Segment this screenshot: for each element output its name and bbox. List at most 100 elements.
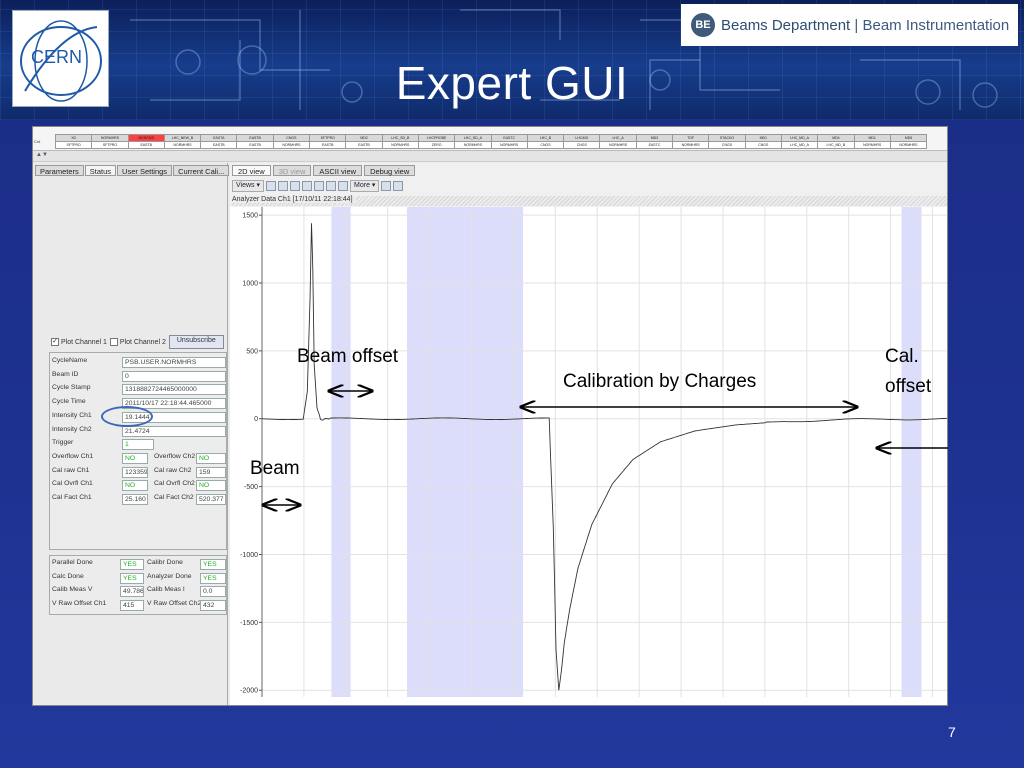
- field-label: V Raw Offset Ch2: [147, 600, 202, 608]
- views-button[interactable]: Views ▾: [232, 180, 265, 192]
- cycle-value-cell: NORMHRS: [454, 141, 492, 149]
- cycle-user-cell[interactable]: MD2: [345, 134, 383, 142]
- unsubscribe-button[interactable]: Unsubscribe: [168, 335, 224, 349]
- cycle-value-cell: NORMHRS: [853, 141, 891, 149]
- cycle-user-cell[interactable]: SFTPRO: [309, 134, 347, 142]
- cycle-user-cell[interactable]: MD5: [889, 134, 928, 142]
- plot-channel-1-checkbox[interactable]: ✓ Plot Channel 1: [51, 338, 107, 346]
- field-value[interactable]: 415: [120, 600, 144, 612]
- plot-channel-1-label: Plot Channel 1: [61, 338, 107, 346]
- view-tab-3d-view[interactable]: 3D view: [272, 165, 312, 176]
- cycle-user-cell[interactable]: LHC_SD_A: [454, 134, 492, 142]
- cycle-value-cell: CNGS: [526, 141, 565, 149]
- cycle-user-cell[interactable]: LHC_B: [526, 134, 565, 142]
- annotation-beam: Beam: [250, 458, 300, 479]
- y-tick-label: -500: [244, 484, 258, 491]
- field-value[interactable]: 159: [196, 466, 226, 478]
- field-value[interactable]: 432: [200, 600, 226, 612]
- field-value[interactable]: 1: [122, 439, 154, 451]
- cycle-user-cell[interactable]: EASTA: [200, 134, 238, 142]
- left-tab-parameters[interactable]: Parameters: [35, 165, 84, 176]
- more-button[interactable]: More ▾: [350, 180, 380, 192]
- cycle-user-cell[interactable]: EASTB: [236, 134, 274, 142]
- y-tick-label: -1500: [240, 620, 258, 627]
- cycle-user-cell[interactable]: MD4: [817, 134, 855, 142]
- list-icon[interactable]: [338, 181, 349, 191]
- field-value[interactable]: 520.377: [196, 494, 226, 506]
- cycle-user-cell[interactable]: NORMHRS: [91, 134, 129, 142]
- field-value[interactable]: NO: [122, 453, 148, 464]
- plot-channel-2-label: Plot Channel 2: [119, 338, 166, 346]
- cycle-user-cell[interactable]: MD3: [635, 134, 674, 142]
- annotation-beam-offset: Beam offset: [297, 346, 399, 367]
- field-value[interactable]: 0.0: [200, 586, 226, 598]
- cycle-user-cell[interactable]: MDNRMS: [127, 134, 165, 142]
- cycle-row-values: SFTPRO SFTPRO EASTB NORMHRS EASTB EASTB NORMHR…: [54, 141, 928, 149]
- field-value[interactable]: YES: [200, 572, 226, 584]
- field-label: Overflow Ch1: [52, 453, 94, 460]
- cycle-user-cell[interactable]: EASTC: [490, 134, 528, 142]
- edit-icon[interactable]: [314, 181, 325, 191]
- field-value[interactable]: NO: [196, 453, 226, 464]
- cycle-value-cell: EASTB: [236, 141, 274, 149]
- zoom-icon[interactable]: [266, 181, 277, 191]
- expert-gui-window: Cnt XD NORMHRS MDNRMS LHC_NEW_B EASTA EASTB CN…: [32, 126, 948, 706]
- cycle-value-cell: EASTC: [635, 141, 674, 149]
- cycle-user-cell[interactable]: STACKO: [708, 134, 746, 142]
- field-value[interactable]: YES: [200, 559, 226, 570]
- field-label: Cal Fact Ch1: [52, 494, 92, 502]
- field-value[interactable]: YES: [120, 559, 144, 570]
- analyzer-plot[interactable]: 1500 1000 500 0 -500 -1000 -1500 -2000: [230, 207, 948, 706]
- cycle-user-cell[interactable]: LHC400: [563, 134, 601, 142]
- export-icon[interactable]: [381, 181, 392, 191]
- grid-icon[interactable]: [290, 181, 301, 191]
- left-tab-status[interactable]: Status: [84, 165, 117, 176]
- print-icon[interactable]: [393, 181, 404, 191]
- field-value[interactable]: 123359: [122, 466, 148, 478]
- cycle-user-cell[interactable]: LHC_MD_A: [780, 134, 819, 142]
- view-tab-debug-view[interactable]: Debug view: [364, 165, 416, 176]
- plot-channel-2-checkbox[interactable]: Plot Channel 2: [109, 338, 166, 346]
- cycle-user-cell[interactable]: MD1: [853, 134, 891, 142]
- cycle-user-cell[interactable]: CNGS: [272, 134, 311, 142]
- cycle-value-cell: SFTPRO: [91, 141, 129, 149]
- tile-icon[interactable]: [302, 181, 313, 191]
- field-label: Cal Ovrfl Ch2: [154, 480, 195, 488]
- field-label: Parallel Done: [52, 559, 93, 566]
- cycle-user-cell[interactable]: LHC_A: [599, 134, 637, 142]
- cycle-user-cell[interactable]: TOF: [672, 134, 710, 142]
- views-button-label: Views: [236, 182, 255, 189]
- more-button-label: More: [354, 182, 370, 189]
- left-tab-user-settings[interactable]: User Settings: [117, 165, 173, 176]
- cycle-user-cell[interactable]: XD: [54, 134, 93, 142]
- be-group-name: Beam Instrumentation: [862, 16, 1010, 34]
- cycle-user-cell[interactable]: LHC_SD_B: [381, 134, 419, 142]
- field-label: Beam ID: [52, 370, 79, 378]
- cycle-user-cell[interactable]: LHC_NEW_B: [163, 134, 202, 142]
- cycle-value-cell: NORMHRS: [163, 141, 202, 149]
- field-value[interactable]: NO: [122, 480, 148, 492]
- left-tab-current-cali[interactable]: Current Cali...: [173, 165, 230, 176]
- copy-icon[interactable]: [326, 181, 337, 191]
- field-value[interactable]: 0: [122, 370, 226, 382]
- field-value[interactable]: YES: [120, 572, 144, 584]
- field-value[interactable]: 1318882724465000000: [122, 384, 226, 396]
- cycle-user-cell[interactable]: MD1: [744, 134, 782, 142]
- field-value[interactable]: 49.786: [120, 586, 144, 598]
- y-tick-label: 500: [246, 348, 258, 355]
- annotation-cal-offset-line2: offset: [885, 376, 932, 397]
- field-label: Calc Done: [52, 572, 84, 580]
- field-value[interactable]: 21.4724: [122, 425, 226, 437]
- field-value[interactable]: 25.160: [122, 494, 148, 506]
- be-dept-name: Beams Department: [721, 16, 851, 34]
- collapse-arrows-icon[interactable]: ▲▼: [36, 152, 48, 158]
- y-tick-label: 1500: [242, 213, 258, 220]
- field-value[interactable]: PSB.USER.NORMHRS: [122, 357, 226, 368]
- field-value[interactable]: NO: [196, 480, 226, 492]
- y-tick-label: -1000: [240, 552, 258, 559]
- annotation-calibration: Calibration by Charges: [563, 371, 757, 392]
- layout-icon[interactable]: [278, 181, 289, 191]
- view-tab-2d-view[interactable]: 2D view: [232, 165, 271, 176]
- view-tab-ascii-view[interactable]: ASCII view: [313, 165, 363, 176]
- cycle-user-cell[interactable]: LHCPROBE: [417, 134, 456, 142]
